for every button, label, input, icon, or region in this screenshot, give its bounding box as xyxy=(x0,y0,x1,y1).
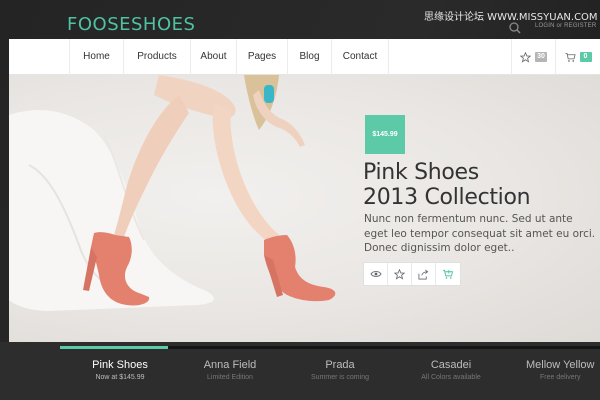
search-icon[interactable] xyxy=(505,18,525,38)
add-to-cart-button[interactable] xyxy=(436,263,460,285)
nav-item-products[interactable]: Products xyxy=(123,39,190,75)
wishlist-count-badge: 30 xyxy=(535,52,547,62)
cart-button[interactable]: 0 xyxy=(555,39,600,75)
cart-count-badge: 0 xyxy=(579,52,592,62)
login-register-link[interactable]: LOGIN or REGISTER xyxy=(535,23,596,29)
model-photo xyxy=(9,75,336,311)
main-nav: Home Products About Pages Blog Contact 3… xyxy=(9,39,600,75)
slider-item-pink-shoes[interactable]: Pink Shoes Now at $145.99 xyxy=(65,359,175,381)
nav-item-home[interactable]: Home xyxy=(69,39,123,75)
slider-item-name: Mellow Yellow xyxy=(526,359,595,371)
hero-title-line1: Pink Shoes xyxy=(363,160,479,185)
hero-title-line2: 2013 Collection xyxy=(363,185,531,210)
slider-item-name: Casadei xyxy=(430,359,472,371)
slider-item-prada[interactable]: Prada Summer is coming xyxy=(285,359,395,381)
slider-item-mellow-yellow[interactable]: Mellow Yellow Free delivery xyxy=(508,359,600,381)
slider-item-subtitle: Free delivery xyxy=(540,374,581,381)
slider-progress-track xyxy=(60,346,600,349)
add-to-wishlist-button[interactable] xyxy=(388,263,412,285)
slider-item-name: Pink Shoes xyxy=(92,359,148,371)
slider-item-name: Prada xyxy=(325,359,355,371)
nav-item-about[interactable]: About xyxy=(190,39,236,75)
slider-item-subtitle: Now at $145.99 xyxy=(95,374,145,381)
slider-item-subtitle: All Colors available xyxy=(421,374,481,381)
slider-progress-fill xyxy=(60,346,168,349)
price-tag: $145.99 xyxy=(365,115,405,154)
nav-item-pages[interactable]: Pages xyxy=(236,39,287,75)
wishlist-button[interactable]: 30 xyxy=(511,39,555,75)
eye-icon xyxy=(369,271,382,277)
star-icon xyxy=(394,268,405,280)
nav-item-contact[interactable]: Contact xyxy=(331,39,389,75)
brand-logo[interactable]: FOOSESHOES xyxy=(67,14,195,35)
star-icon xyxy=(520,51,531,63)
nav-item-blog[interactable]: Blog xyxy=(287,39,331,75)
cart-icon xyxy=(564,52,576,62)
add-to-cart-icon xyxy=(442,269,454,279)
hero-action-bar xyxy=(363,262,461,286)
slider-item-casadei[interactable]: Casadei All Colors available xyxy=(396,359,506,381)
hero-description: Nunc non fermentum nunc. Sed ut ante ege… xyxy=(364,213,596,254)
product-slider: Pink Shoes Now at $145.99 Anna Field Lim… xyxy=(0,342,600,400)
hero-banner: $145.99 Pink Shoes 2013 Collection Nunc … xyxy=(9,75,600,342)
slider-item-subtitle: Summer is coming xyxy=(311,374,369,381)
share-icon xyxy=(418,269,429,279)
quick-view-button[interactable] xyxy=(364,263,388,285)
slider-item-name: Anna Field xyxy=(203,359,257,371)
share-button[interactable] xyxy=(412,263,436,285)
slider-item-anna-field[interactable]: Anna Field Limited Edition xyxy=(175,359,285,381)
slider-item-subtitle: Limited Edition xyxy=(207,374,253,381)
hero-title: Pink Shoes 2013 Collection xyxy=(363,160,593,210)
